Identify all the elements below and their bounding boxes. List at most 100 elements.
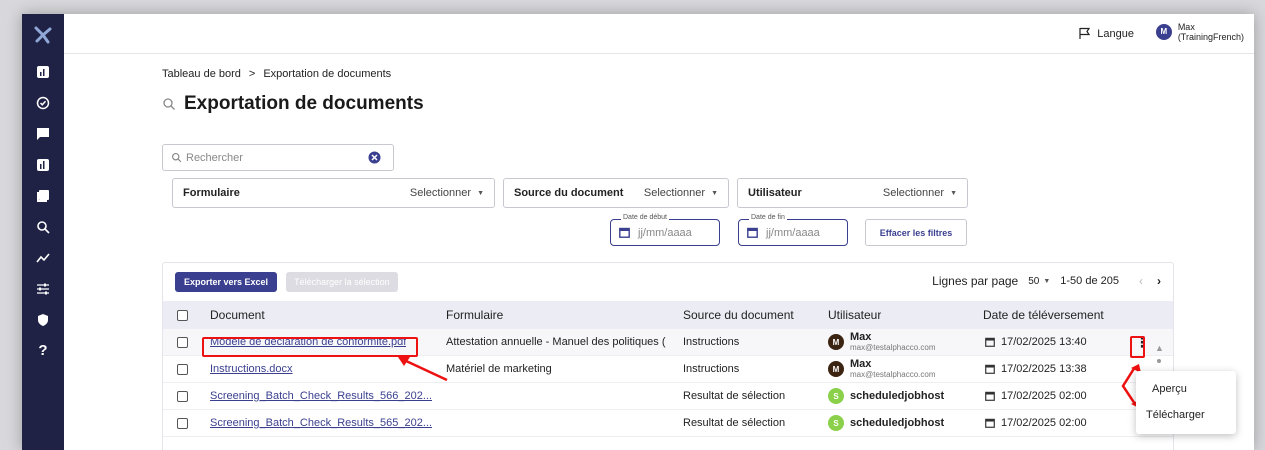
user-menu[interactable]: M Max (TrainingFrench) — [1155, 22, 1244, 42]
calendar-icon — [985, 364, 995, 374]
chevron-down-icon: ▼ — [1043, 277, 1051, 285]
check-circle-icon[interactable] — [22, 87, 64, 118]
prev-page-icon[interactable]: ‹ — [1139, 274, 1143, 288]
source-cell: Resultat de sélection — [683, 390, 786, 402]
document-link[interactable]: Instructions.docx — [210, 363, 293, 375]
app-logo-icon[interactable] — [22, 14, 64, 56]
chat-icon[interactable] — [22, 118, 64, 149]
header-document[interactable]: Document — [210, 301, 265, 329]
clear-filters-button[interactable]: Effacer les filtres — [865, 219, 967, 246]
scrollbar-thumb[interactable] — [1157, 359, 1161, 363]
page-title: Exportation de documents — [184, 93, 424, 114]
user-name: scheduledjobhost — [850, 416, 945, 429]
annotation-highlight-document — [202, 337, 418, 357]
start-date-label: Date de début — [621, 214, 669, 221]
settings-sliders-icon[interactable] — [22, 273, 64, 304]
header-user[interactable]: Utilisateur — [828, 301, 881, 329]
breadcrumb-current: Exportation de documents — [263, 68, 392, 80]
chevron-down-icon: ▼ — [477, 189, 484, 197]
documents-icon[interactable] — [22, 180, 64, 211]
row-checkbox[interactable] — [177, 329, 188, 355]
table-row[interactable]: Screening_Batch_Check_Results_565_202...… — [163, 410, 1173, 437]
language-label: Langue — [1097, 27, 1134, 40]
breadcrumb-home[interactable]: Tableau de bord — [162, 68, 241, 80]
report-icon[interactable] — [22, 149, 64, 180]
menu-item-preview[interactable]: Aperçu — [1152, 383, 1187, 395]
document-link[interactable]: Screening_Batch_Check_Results_565_202... — [210, 417, 432, 429]
annotation-highlight-row-menu — [1130, 336, 1145, 358]
row-checkbox[interactable] — [177, 410, 188, 436]
filters-panel: Rechercher Formulaire Selectionner ▼ Sour… — [162, 144, 1172, 254]
breadcrumb-separator: > — [248, 68, 256, 80]
scroll-up-icon[interactable]: ▲ — [1155, 343, 1164, 353]
user-email: max@testalphacco.com — [850, 369, 936, 379]
next-page-icon[interactable]: › — [1157, 274, 1161, 288]
select-all-checkbox[interactable] — [177, 301, 188, 329]
search-icon[interactable] — [22, 211, 64, 242]
start-date-input[interactable]: Date de début jj/mm/aaaa — [610, 214, 720, 246]
search-icon — [171, 152, 182, 163]
pagination: Lignes par page 50 ▼ 1-50 de 205 ‹ › — [932, 274, 1161, 288]
upload-date-cell: 17/02/2025 13:40 — [985, 329, 1087, 355]
header-source[interactable]: Source du document — [683, 301, 794, 329]
user-cell: M Max max@testalphacco.com — [828, 329, 936, 355]
download-selection-button[interactable]: Télécharger la sélection — [286, 272, 398, 292]
source-filter-select[interactable]: Source du document Selectionner ▼ — [503, 178, 729, 208]
upload-date-cell: 17/02/2025 13:38 — [985, 356, 1087, 382]
upload-date: 17/02/2025 02:00 — [1001, 390, 1087, 402]
user-name: Max — [1177, 22, 1195, 32]
export-excel-button[interactable]: Exporter vers Excel — [175, 272, 278, 292]
form-cell — [446, 410, 674, 436]
sidebar: ? — [22, 14, 64, 450]
form-cell: Matériel de marketing — [446, 363, 552, 375]
form-filter-select[interactable]: Formulaire Selectionner ▼ — [172, 178, 495, 208]
table-toolbar: Exporter vers Excel Télécharger la sélec… — [175, 272, 398, 292]
user-cell: Sscheduledjobhost — [828, 383, 944, 409]
user-filter-select[interactable]: Utilisateur Selectionner ▼ — [737, 178, 968, 208]
upload-date-cell: 17/02/2025 02:00 — [985, 410, 1087, 436]
calendar-icon — [985, 391, 995, 401]
trend-icon[interactable] — [22, 242, 64, 273]
upload-date: 17/02/2025 02:00 — [1001, 417, 1087, 429]
app-window: ? Langue M Max (TrainingFrench) Tableau … — [22, 14, 1254, 450]
start-date-placeholder: jj/mm/aaaa — [638, 226, 692, 239]
page-search-icon — [163, 98, 175, 110]
form-filter-label: Formulaire — [183, 187, 240, 199]
user-org: (TrainingFrench) — [1177, 32, 1244, 42]
user-avatar: S — [828, 388, 844, 404]
page-header: Exportation de documents — [162, 93, 424, 115]
document-link[interactable]: Screening_Batch_Check_Results_566_202... — [210, 390, 432, 402]
calendar-icon — [985, 418, 995, 428]
end-date-input[interactable]: Date de fin jj/mm/aaaa — [738, 214, 848, 246]
source-cell: Resultat de sélection — [683, 417, 786, 429]
language-selector[interactable]: Langue — [1078, 27, 1134, 40]
source-filter-label: Source du document — [514, 187, 624, 199]
rows-per-page-select[interactable]: 50 ▼ — [1028, 276, 1050, 287]
security-shield-icon[interactable] — [22, 304, 64, 335]
search-input[interactable]: Rechercher — [162, 144, 394, 171]
table-row[interactable]: Screening_Batch_Check_Results_566_202...… — [163, 383, 1173, 410]
table-row[interactable]: Instructions.docx Matériel de marketing In… — [163, 356, 1173, 383]
chevron-down-icon: ▼ — [950, 189, 957, 197]
header-upload-date[interactable]: Date de téléversement — [983, 301, 1104, 329]
user-name: scheduledjobhost — [850, 389, 945, 402]
row-checkbox[interactable] — [177, 383, 188, 409]
menu-item-download[interactable]: Télécharger — [1146, 409, 1205, 421]
dashboard-icon[interactable] — [22, 56, 64, 87]
annotation-arrow-icon — [398, 357, 448, 382]
help-icon[interactable]: ? — [22, 335, 64, 366]
user-avatar: M — [828, 334, 844, 350]
form-filter-value: Selectionner — [409, 187, 472, 199]
user-name: Max — [850, 330, 872, 343]
user-email: max@testalphacco.com — [850, 342, 936, 352]
flag-icon — [1079, 27, 1091, 39]
clear-search-icon[interactable] — [368, 151, 381, 164]
table-header: Document Formulaire Source du document U… — [163, 301, 1173, 329]
end-date-placeholder: jj/mm/aaaa — [766, 226, 820, 239]
user-cell: M Max max@testalphacco.com — [828, 356, 936, 382]
row-checkbox[interactable] — [177, 356, 188, 382]
user-avatar: S — [828, 415, 844, 431]
header-form[interactable]: Formulaire — [446, 301, 503, 329]
user-cell: Sscheduledjobhost — [828, 410, 944, 436]
end-date-label: Date de fin — [749, 214, 787, 221]
